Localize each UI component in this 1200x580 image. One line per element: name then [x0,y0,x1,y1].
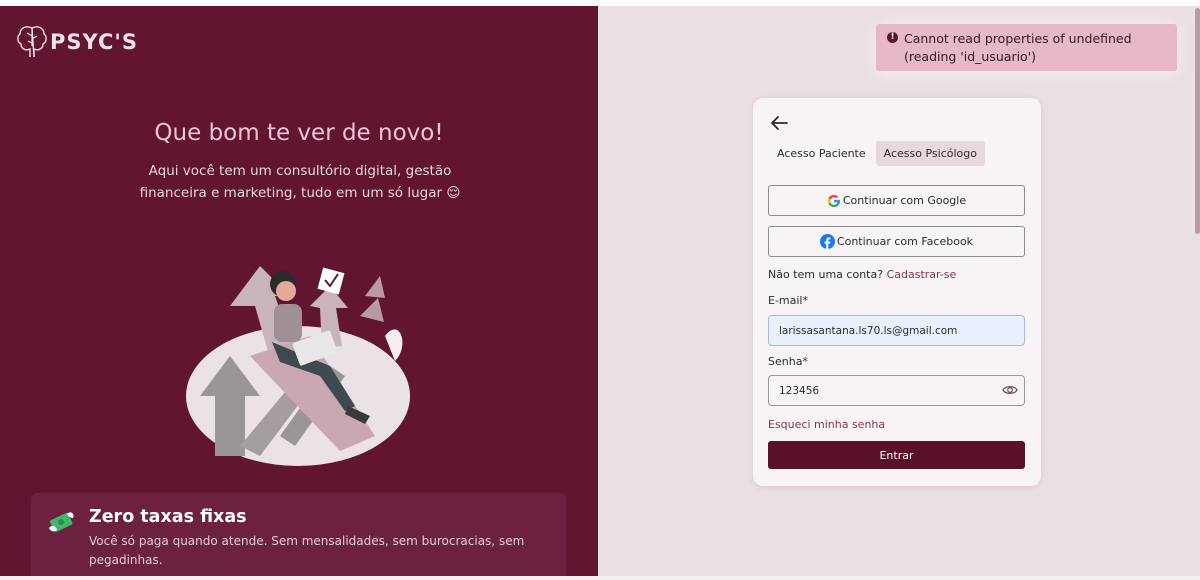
scrollbar-thumb[interactable] [1195,8,1200,234]
eye-icon[interactable] [1002,383,1018,397]
google-button-label: Continuar com Google [842,194,967,207]
facebook-login-button[interactable]: Continuar com Facebook [768,226,1025,257]
tab-acesso-psicologo[interactable]: Acesso Psicólogo [875,141,985,166]
forgot-password-link[interactable]: Esqueci minha senha [768,418,885,431]
access-tabs: Acesso Paciente Acesso Psicólogo [769,141,985,166]
feature-description: Você só paga quando atende. Sem mensalid… [89,534,525,567]
password-field[interactable] [768,375,1025,406]
feature-card: Zero taxas fixas Você só paga quando ate… [31,493,566,576]
login-submit-button[interactable]: Entrar [768,441,1025,469]
hero-title: Que bom te ver de novo! [154,120,444,146]
brand-name: PSYC'S [50,30,138,54]
facebook-icon [819,234,835,249]
email-field[interactable] [768,315,1025,346]
money-wings-icon [49,512,74,532]
error-toast[interactable]: ! Cannot read properties of undefined (r… [876,24,1177,71]
left-panel: PSYC'S Que bom te ver de novo! Aqui você… [0,6,598,576]
exclamation-icon: ! [887,32,898,43]
hero-subtitle: Aqui você tem um consultório digital, ge… [139,163,461,201]
person-laptop-illustration [186,266,410,466]
brand-logo[interactable]: PSYC'S [16,24,138,60]
tab-acesso-paciente[interactable]: Acesso Paciente [769,141,874,166]
brain-tree-icon [17,26,47,58]
toast-message: Cannot read properties of undefined (rea… [904,31,1132,64]
signup-prompt-text: Não tem uma conta? [768,268,884,281]
bottom-edge [0,576,1200,580]
login-card: Acesso Paciente Acesso Psicólogo Continu… [753,98,1041,486]
facebook-button-label: Continuar com Facebook [836,235,974,248]
google-icon [827,194,840,207]
signup-link[interactable]: Cadastrar-se [887,268,957,281]
arrow-left-icon[interactable] [769,114,789,132]
password-label: Senha* [768,355,808,368]
feature-title: Zero taxas fixas [89,507,247,527]
signup-prompt: Não tem uma conta? Cadastrar-se [768,268,956,281]
google-login-button[interactable]: Continuar com Google [768,185,1025,216]
email-label: E-mail* [768,294,808,307]
